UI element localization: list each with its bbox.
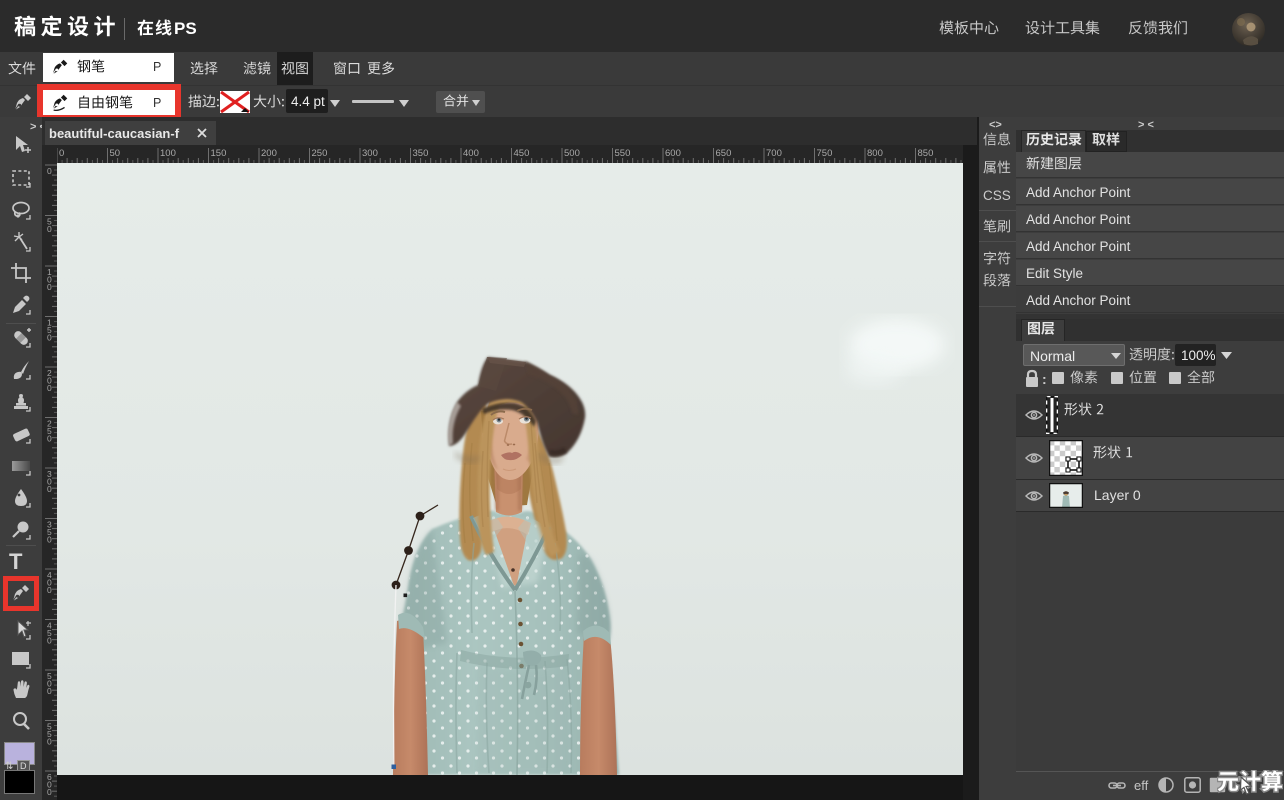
svg-text:100: 100 [160, 148, 176, 159]
svg-text:0: 0 [59, 148, 64, 159]
svg-text:750: 750 [817, 148, 833, 159]
svg-text:0: 0 [47, 282, 52, 292]
svg-text:700: 700 [766, 148, 782, 159]
svg-text:450: 450 [514, 148, 530, 159]
svg-text:400: 400 [463, 148, 479, 159]
svg-text:150: 150 [211, 148, 227, 159]
svg-text:0: 0 [47, 434, 52, 444]
svg-text:300: 300 [362, 148, 378, 159]
svg-text:350: 350 [413, 148, 429, 159]
svg-text:0: 0 [47, 166, 52, 176]
svg-text:250: 250 [312, 148, 328, 159]
svg-text:550: 550 [615, 148, 631, 159]
svg-text:650: 650 [716, 148, 732, 159]
svg-text:0: 0 [47, 686, 52, 696]
svg-text:500: 500 [564, 148, 580, 159]
svg-text:0: 0 [47, 737, 52, 747]
svg-text:0: 0 [47, 535, 52, 545]
svg-text:0: 0 [47, 636, 52, 646]
svg-text:850: 850 [918, 148, 934, 159]
svg-text:0: 0 [47, 585, 52, 595]
svg-text:0: 0 [47, 383, 52, 393]
svg-text:200: 200 [261, 148, 277, 159]
svg-text:50: 50 [110, 148, 121, 159]
svg-text:800: 800 [867, 148, 883, 159]
svg-text:0: 0 [47, 787, 52, 797]
svg-text:0: 0 [47, 484, 52, 494]
svg-text:0: 0 [47, 333, 52, 343]
svg-text:600: 600 [665, 148, 681, 159]
svg-text:0: 0 [47, 224, 52, 234]
